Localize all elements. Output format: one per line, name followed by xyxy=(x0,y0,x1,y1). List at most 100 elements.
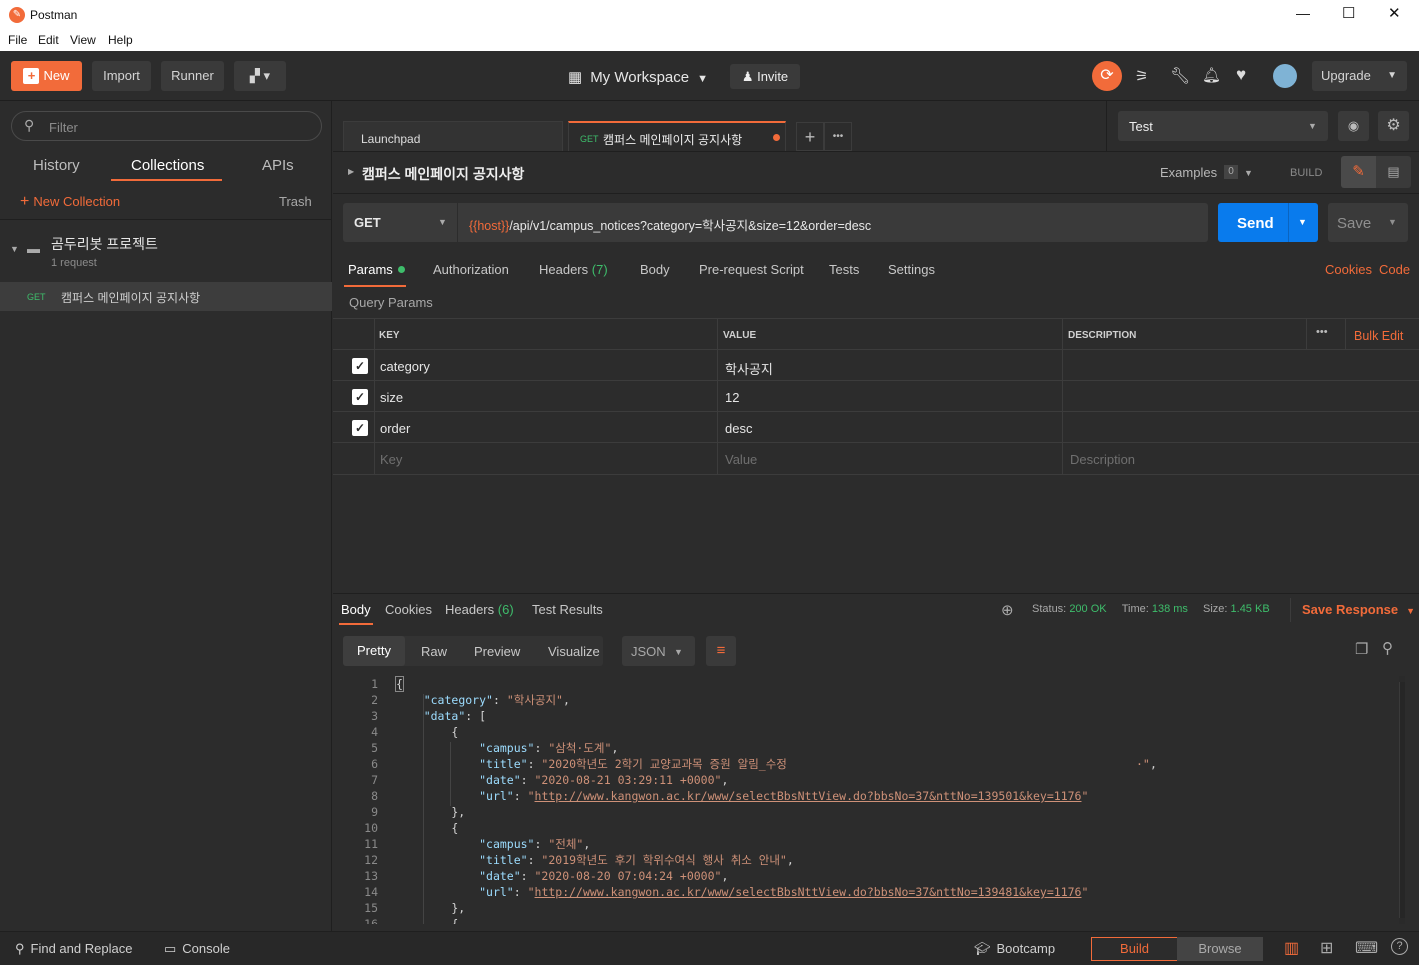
close-button[interactable]: ✕ xyxy=(1388,4,1401,22)
response-tab-test-results[interactable]: Test Results xyxy=(532,602,603,617)
url-input[interactable]: {{host}}/api/v1/campus_notices?category=… xyxy=(458,203,1208,242)
caret-right-icon[interactable]: ▶ xyxy=(348,167,354,176)
tab-headers[interactable]: Headers (7) xyxy=(539,262,608,277)
new-window-button[interactable]: ▞ ▾ xyxy=(234,61,286,91)
tab-options-button[interactable]: ••• xyxy=(824,122,852,151)
build-mode-button[interactable]: ✎ xyxy=(1341,156,1376,188)
more-options-icon[interactable]: ••• xyxy=(1316,326,1328,338)
param-key[interactable]: size xyxy=(380,390,403,405)
format-select[interactable]: JSON ▼ xyxy=(622,636,695,666)
checkbox[interactable]: ✓ xyxy=(352,389,368,405)
param-value[interactable]: 12 xyxy=(725,390,739,405)
copy-icon[interactable]: ❐ xyxy=(1355,640,1368,658)
filter-input[interactable]: ⚲ Filter xyxy=(11,111,322,141)
view-visualize[interactable]: Visualize xyxy=(548,644,600,659)
checkbox[interactable]: ✓ xyxy=(352,420,368,436)
checkbox[interactable]: ✓ xyxy=(352,358,368,374)
keyboard-shortcuts-icon[interactable]: ⌨ xyxy=(1355,938,1378,958)
time-value[interactable]: 138 ms xyxy=(1152,603,1188,615)
tab-request[interactable]: GET 캠퍼스 메인페이지 공지사항 xyxy=(568,121,786,151)
trash-link[interactable]: Trash xyxy=(279,194,312,209)
browse-toggle[interactable]: Browse xyxy=(1177,937,1263,961)
tab-body[interactable]: Body xyxy=(640,262,670,277)
tab-authorization[interactable]: Authorization xyxy=(433,262,509,277)
tab-tests[interactable]: Tests xyxy=(829,262,859,277)
scrollbar-thumb[interactable] xyxy=(1399,682,1405,918)
wrap-lines-button[interactable]: ≡ xyxy=(706,636,736,666)
globe-icon[interactable]: ⊕ xyxy=(1001,601,1014,619)
param-value[interactable]: 학사공지 xyxy=(725,359,773,378)
param-key[interactable]: order xyxy=(380,421,410,436)
tab-apis[interactable]: APIs xyxy=(262,157,294,174)
layout-icon[interactable]: ⊞ xyxy=(1320,938,1333,958)
table-row: Key Value Description xyxy=(333,443,1419,475)
manage-environments-button[interactable]: ⚙ xyxy=(1378,111,1409,141)
chevron-down-icon[interactable]: ▼ xyxy=(1244,168,1253,178)
avatar[interactable] xyxy=(1273,64,1297,88)
code-link[interactable]: Code xyxy=(1379,262,1410,277)
wrench-icon[interactable]: 🔧︎ xyxy=(1170,66,1190,86)
save-button[interactable]: Save ▼ xyxy=(1328,203,1408,242)
divider xyxy=(1306,319,1307,350)
save-response-button[interactable]: Save Response ▼ xyxy=(1302,602,1415,617)
workspace-switcher[interactable]: ▦ My Workspace ▼ xyxy=(568,68,708,86)
runner-button[interactable]: Runner xyxy=(161,61,224,91)
environment-quick-look-button[interactable]: ◉ xyxy=(1338,111,1369,141)
new-key-input[interactable]: Key xyxy=(380,452,402,467)
response-link[interactable]: http://www.kangwon.ac.kr/www/selectBbsNt… xyxy=(535,885,1082,899)
response-link[interactable]: http://www.kangwon.ac.kr/www/selectBbsNt… xyxy=(535,789,1082,803)
bootcamp-button[interactable]: 🎓︎ Bootcamp xyxy=(974,941,1055,957)
size-value[interactable]: 1.45 KB xyxy=(1231,603,1270,615)
tab-settings[interactable]: Settings xyxy=(888,262,935,277)
response-tab-cookies[interactable]: Cookies xyxy=(385,602,432,617)
method-select[interactable]: GET ▼ xyxy=(343,203,457,242)
two-pane-view-icon[interactable]: ▥ xyxy=(1284,938,1299,958)
menu-view[interactable]: View xyxy=(70,33,96,47)
tab-launchpad[interactable]: Launchpad xyxy=(343,121,563,151)
sync-icon[interactable]: ⟳ xyxy=(1092,61,1122,91)
minimize-button[interactable]: — xyxy=(1296,5,1310,21)
tab-pre-request-script[interactable]: Pre-request Script xyxy=(699,262,804,277)
satellite-icon[interactable]: ⚞ xyxy=(1135,67,1148,85)
import-button[interactable]: Import xyxy=(92,61,151,91)
console-button[interactable]: ▭ Console xyxy=(164,941,230,957)
collection-item[interactable]: ▼ ▬ 곰두리봇 프로젝트 1 request xyxy=(0,221,332,279)
view-pretty[interactable]: Pretty xyxy=(343,636,405,666)
help-icon[interactable]: ? xyxy=(1391,938,1408,955)
view-preview[interactable]: Preview xyxy=(474,644,520,659)
send-button[interactable]: Send ▼ xyxy=(1218,203,1318,242)
response-tab-headers[interactable]: Headers (6) xyxy=(445,602,514,617)
response-body-viewer[interactable]: 1 2 3 4 5 6 7 8 9 10 11 12 13 14 15 16 {… xyxy=(333,676,1419,924)
param-key[interactable]: category xyxy=(380,359,430,374)
new-collection-button[interactable]: + New Collection xyxy=(20,193,120,211)
view-raw[interactable]: Raw xyxy=(421,644,447,659)
environment-select[interactable]: Test ▼ xyxy=(1118,111,1328,141)
tab-collections[interactable]: Collections xyxy=(131,157,204,174)
tab-history[interactable]: History xyxy=(33,157,80,174)
new-button[interactable]: + New xyxy=(11,61,82,91)
new-value-input[interactable]: Value xyxy=(725,452,757,467)
build-toggle[interactable]: Build xyxy=(1091,937,1178,961)
status-value[interactable]: 200 OK xyxy=(1069,603,1106,615)
menu-file[interactable]: File xyxy=(8,33,27,47)
scrollbar[interactable] xyxy=(1399,676,1405,924)
search-icon[interactable]: ⚲ xyxy=(1382,639,1393,657)
comments-button[interactable]: ▤ xyxy=(1376,156,1411,188)
examples-label[interactable]: Examples xyxy=(1160,165,1217,180)
cookies-link[interactable]: Cookies xyxy=(1325,262,1372,277)
upgrade-button[interactable]: Upgrade ▼ xyxy=(1312,61,1407,91)
heart-icon[interactable]: ♥ xyxy=(1236,65,1246,85)
menu-help[interactable]: Help xyxy=(108,33,133,47)
param-value[interactable]: desc xyxy=(725,421,752,436)
new-tab-button[interactable]: + xyxy=(796,122,824,151)
bell-icon[interactable]: 🔔︎ xyxy=(1202,66,1221,84)
tab-params[interactable]: Params xyxy=(348,262,406,277)
request-item[interactable]: GET 캠퍼스 메인페이지 공지사항 xyxy=(0,282,332,311)
response-tab-body[interactable]: Body xyxy=(341,602,371,617)
menu-edit[interactable]: Edit xyxy=(38,33,59,47)
invite-button[interactable]: ♟ Invite xyxy=(730,64,800,89)
find-replace-button[interactable]: ⚲ Find and Replace xyxy=(15,941,132,957)
bulk-edit-link[interactable]: Bulk Edit xyxy=(1354,329,1403,343)
new-description-input[interactable]: Description xyxy=(1070,452,1135,467)
maximize-button[interactable]: ☐ xyxy=(1342,4,1355,22)
